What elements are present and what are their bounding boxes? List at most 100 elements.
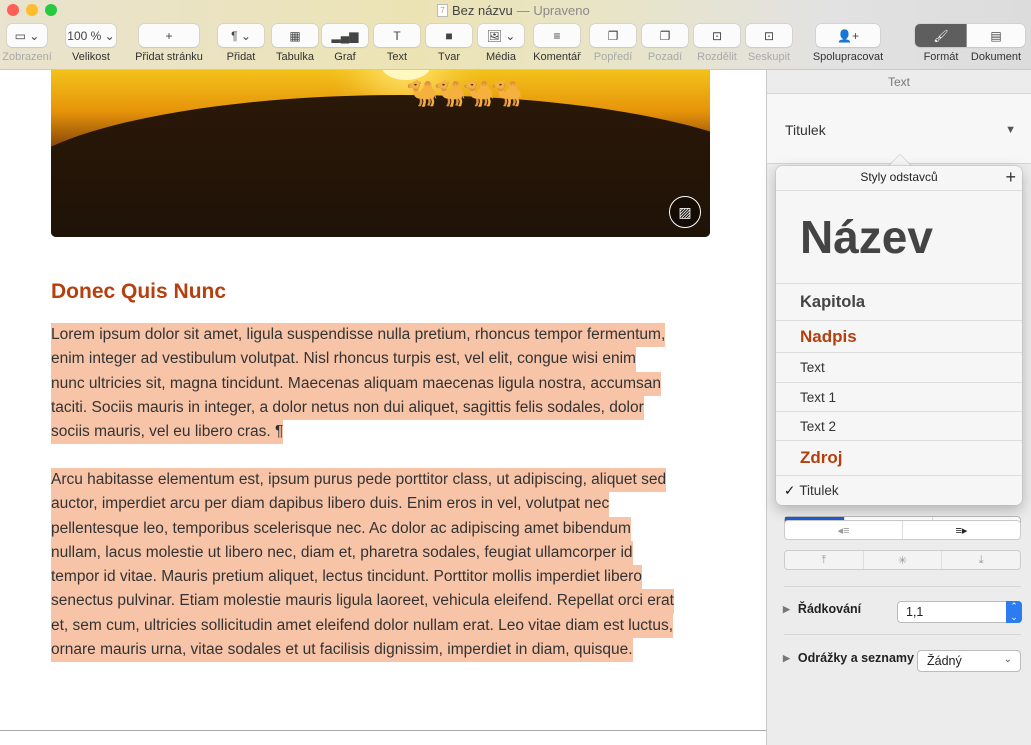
toolbar-label: Přidat [226, 51, 256, 63]
toolbar-icon: T [374, 24, 420, 47]
text-line: auctor, imperdiet arcu per diam dapibus … [51, 492, 610, 517]
toolbar-label: Zobrazení [2, 51, 52, 63]
add-style-button[interactable]: + [1005, 166, 1016, 188]
document-icon: 7 [437, 4, 448, 17]
toolbar-zobrazení[interactable]: ▭ ⌄ Zobrazení [2, 24, 52, 63]
toolbar-icon: ■ [426, 24, 472, 47]
style-item-kapitola[interactable]: Kapitola [776, 283, 1022, 320]
title-status: — Upraveno [516, 3, 590, 18]
text-line: Lorem ipsum dolor sit amet, ligula suspe… [51, 323, 666, 348]
window-title: 7 Bez názvu — Upraveno [437, 3, 590, 18]
disclosure-triangle-icon[interactable]: ▶ [783, 604, 790, 615]
toolbar-label: Média [486, 51, 516, 63]
toolbar-tabulka[interactable]: ▦ Tabulka [268, 24, 322, 63]
text-line: nullam, lacus molestie ut libero nec, di… [51, 540, 633, 566]
toolbar-rozdělit[interactable]: ⊡ Rozdělit [690, 24, 744, 63]
toolbar-icon: ❐ [590, 24, 636, 47]
style-item-nadpis[interactable]: Nadpis [776, 320, 1022, 352]
document-heading[interactable]: Donec Quis Nunc [51, 280, 226, 304]
toolbar-icon: ▭ ⌄ [7, 24, 47, 47]
toolbar-spolupracovat[interactable]: 👤+ Spolupracovat [812, 24, 884, 63]
toolbar-přidat[interactable]: ¶ ⌄ Přidat [214, 24, 268, 63]
line-spacing-label: Řádkování [797, 602, 862, 616]
paragraph-1[interactable]: Lorem ipsum dolor sit amet, ligula suspe… [51, 323, 666, 445]
toolbar-komentář[interactable]: ≡ Komentář [530, 24, 584, 63]
style-item-text-2[interactable]: Text 2 [776, 411, 1022, 440]
bullets-row[interactable]: ▶ Odrážky a seznamy [783, 651, 914, 665]
toolbar-icon: ≡ [534, 24, 580, 47]
toolbar-icon: 100 % ⌄ [66, 24, 116, 47]
title-text: Bez názvu [452, 3, 513, 18]
toolbar: 7 Bez názvu — Upraveno ▭ ⌄ Zobrazení 100 % ⌄… [0, 0, 1031, 70]
toolbar-icon: ⊡ [694, 24, 740, 47]
disclosure-triangle-icon[interactable]: ▶ [783, 653, 790, 664]
text-line: sociis mauris, vel eu libero cras. ¶ [51, 420, 284, 445]
replace-image-button[interactable]: ▨ [669, 196, 701, 228]
style-item-text-1[interactable]: Text 1 [776, 382, 1022, 411]
toolbar-label: Popředí [593, 51, 633, 63]
indent-controls: ◂≡ ≡▸ [784, 520, 1021, 540]
checkmark-icon: ✓ [784, 482, 796, 498]
toolbar-icon: 👤+ [816, 24, 880, 47]
chevron-down-icon: ▼ [1005, 124, 1016, 136]
style-item-label: Nadpis [800, 326, 857, 346]
line-spacing-input[interactable]: 1,1 ⌃ ⌄ [897, 601, 1022, 623]
document-tab[interactable]: ▤ Dokument [967, 24, 1025, 63]
style-item-titulek[interactable]: ✓ Titulek [776, 475, 1022, 505]
paintbrush-icon: 🖌 [915, 24, 967, 47]
toolbar-icon: + [139, 24, 199, 47]
zoom-button[interactable] [45, 4, 57, 16]
style-item-zdroj[interactable]: Zdroj [776, 440, 1022, 475]
popover-title: Styly odstavců [860, 170, 938, 184]
header-image[interactable]: 🐪🐪🐪🐪 ▨ [51, 70, 710, 237]
toolbar-seskupit[interactable]: ⊡ Seskupit [742, 24, 796, 63]
increase-indent-button[interactable]: ≡▸ [903, 521, 1020, 539]
minimize-button[interactable] [26, 4, 38, 16]
decrease-indent-button[interactable]: ◂≡ [785, 521, 903, 539]
style-item-název[interactable]: Název [776, 190, 1022, 283]
style-item-label: Zdroj [800, 448, 843, 467]
style-item-label: Text 1 [800, 389, 837, 405]
format-tab[interactable]: 🖌 Formát [915, 24, 967, 63]
toolbar-label: Text [386, 51, 408, 63]
close-button[interactable] [7, 4, 19, 16]
paragraph-style-selector[interactable]: Titulek ▼ [767, 94, 1031, 164]
style-item-label: Text 2 [800, 418, 837, 434]
line-spacing-row[interactable]: ▶ Řádkování [783, 602, 861, 616]
bullets-select[interactable]: Žádný ⌄ [917, 650, 1021, 672]
document-icon: ▤ [967, 24, 1025, 47]
toolbar-přidat-stránku[interactable]: + Přidat stránku [135, 24, 203, 63]
text-line: pellentesque leo, temporibus scelerisque… [51, 516, 631, 541]
toolbar-graf[interactable]: ▂▄▆ Graf [318, 24, 372, 63]
toolbar-média[interactable]: 🖼 ⌄ Média [474, 24, 528, 63]
toolbar-pozadí[interactable]: ❐ Pozadí [638, 24, 692, 63]
toolbar-icon: 🖼 ⌄ [478, 24, 524, 47]
text-line: et, sem cum, ultricies sollicitudin amet… [51, 613, 674, 639]
style-item-text[interactable]: Text [776, 352, 1022, 382]
text-line: senectus pulvinar. Etiam molestie mauris… [51, 589, 674, 614]
paragraph-2[interactable]: Arcu habitasse elementum est, ipsum puru… [51, 468, 674, 663]
text-line: Arcu habitasse elementum est, ipsum puru… [51, 468, 667, 493]
document-canvas[interactable]: 🐪🐪🐪🐪 ▨ Donec Quis Nunc Lorem ipsum dolor… [0, 70, 766, 745]
toolbar-label: Přidat stránku [135, 51, 203, 63]
page-break [0, 730, 766, 731]
toolbar-icon: ▂▄▆ [322, 24, 368, 47]
text-line: taciti. Sociis mauris in integer, a dolo… [51, 395, 644, 421]
toolbar-popředí[interactable]: ❐ Popředí [586, 24, 640, 63]
toolbar-label: Tabulka [276, 51, 314, 63]
tab-text[interactable]: Text [767, 70, 1031, 94]
stepper-icon[interactable]: ⌃ ⌄ [1006, 601, 1022, 623]
toolbar-text[interactable]: T Text [370, 24, 424, 63]
toolbar-label: Graf [334, 51, 356, 63]
line-spacing-value: 1,1 [906, 605, 924, 619]
toolbar-label: Rozdělit [697, 51, 737, 63]
toolbar-icon: ⊡ [746, 24, 792, 47]
toolbar-tvar[interactable]: ■ Tvar [422, 24, 476, 63]
toolbar-velikost[interactable]: 100 % ⌄ Velikost [62, 24, 120, 63]
align-middle-button[interactable]: ✳ [864, 551, 943, 569]
align-top-button[interactable]: ⤒ [785, 551, 864, 569]
style-item-label: Název [800, 211, 933, 263]
align-bottom-button[interactable]: ⤓ [942, 551, 1020, 569]
paragraph-style-value: Titulek [785, 122, 826, 138]
text-line: tempor id vitae. Mauris pretium aliquet,… [51, 565, 642, 590]
